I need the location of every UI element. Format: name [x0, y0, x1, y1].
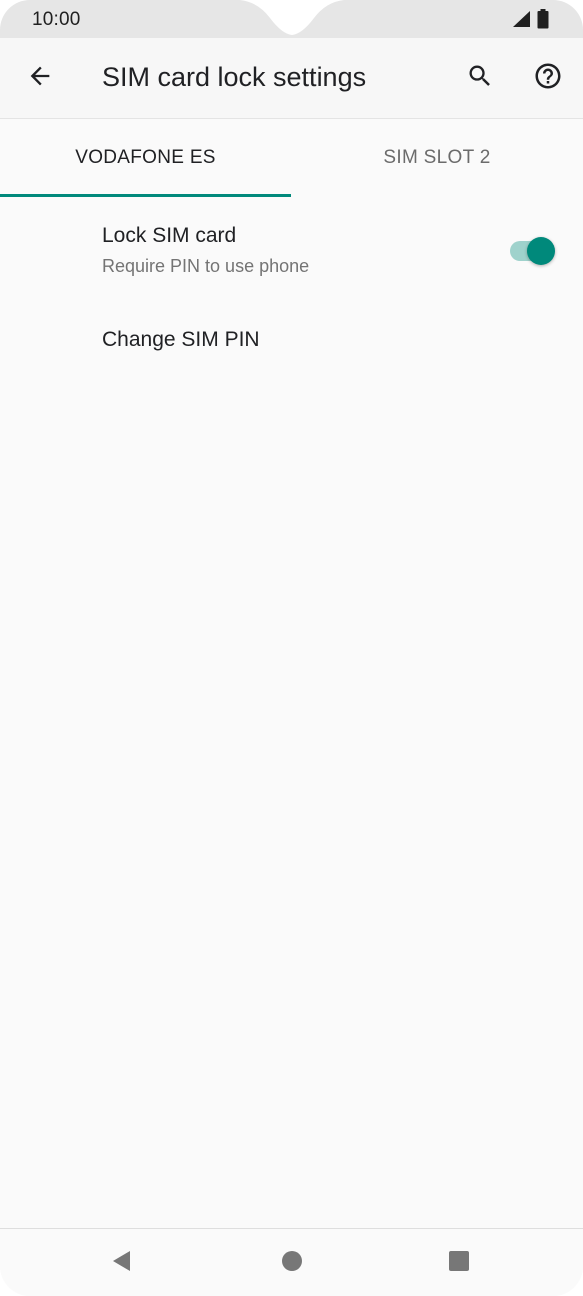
toggle-thumb — [527, 237, 555, 265]
lock-sim-card-setting[interactable]: Lock SIM card Require PIN to use phone — [0, 200, 583, 296]
nav-recents-button[interactable] — [439, 1243, 479, 1283]
search-button[interactable] — [462, 60, 498, 96]
lock-sim-card-subtitle: Require PIN to use phone — [102, 256, 310, 276]
nav-home-circle-icon — [281, 1250, 303, 1277]
signal-icon — [511, 10, 531, 33]
sim-tabs: VODAFONE ES SIM SLOT 2 — [0, 119, 583, 197]
change-sim-pin-setting[interactable]: Change SIM PIN — [0, 300, 583, 380]
nav-home-button[interactable] — [272, 1243, 312, 1283]
app-bar: SIM card lock settings — [0, 38, 583, 119]
navigation-bar — [0, 1228, 583, 1296]
help-button[interactable] — [530, 60, 566, 96]
status-icons — [511, 9, 549, 34]
page-title: SIM card lock settings — [102, 62, 367, 92]
status-bar: 10:00 — [0, 0, 583, 38]
nav-back-button[interactable] — [102, 1243, 142, 1283]
tab-sim-slot-2[interactable]: SIM SLOT 2 — [291, 119, 583, 197]
nav-recents-square-icon — [448, 1250, 470, 1277]
help-circle-icon — [533, 61, 563, 96]
status-time: 10:00 — [32, 9, 81, 30]
tab-selected-indicator — [0, 194, 291, 197]
tab-vodafone-es[interactable]: VODAFONE ES — [0, 119, 291, 197]
lock-sim-card-toggle[interactable] — [508, 237, 556, 265]
battery-icon — [537, 9, 549, 34]
arrow-back-icon — [26, 62, 54, 95]
lock-sim-card-title: Lock SIM card — [102, 224, 237, 247]
change-sim-pin-title: Change SIM PIN — [102, 328, 260, 351]
phone-screen: 10:00 SIM card lock settings VODAFONE ES… — [0, 0, 583, 1296]
nav-back-triangle-icon — [110, 1249, 134, 1278]
back-button[interactable] — [22, 60, 58, 96]
display-notch — [0, 0, 583, 35]
search-icon — [466, 62, 494, 95]
